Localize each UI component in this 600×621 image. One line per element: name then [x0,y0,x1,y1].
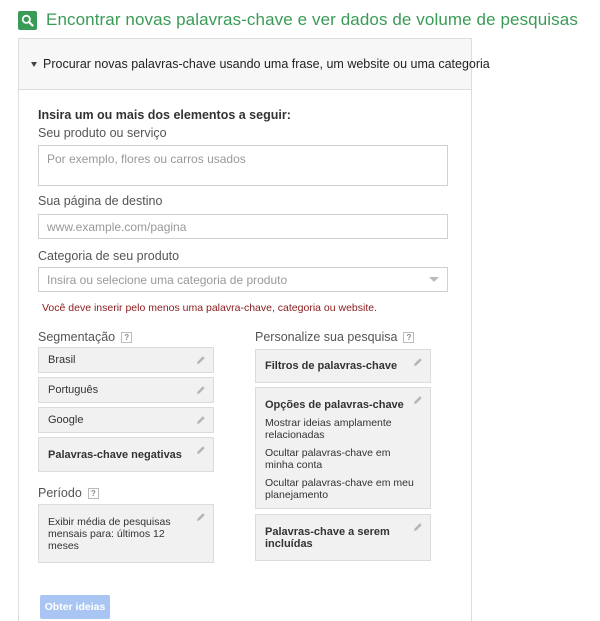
help-icon[interactable]: ? [87,488,99,499]
search-icon [18,10,37,30]
targeting-heading-text: Segmentação [38,330,116,344]
negative-keywords[interactable]: Palavras-chave negativas [38,437,214,472]
targeting-language[interactable]: Português [38,377,214,403]
page-title: Encontrar novas palavras-chave e ver dad… [46,10,578,29]
targeting-network-label: Google [48,414,84,426]
pencil-icon [197,416,205,424]
error-message: Você deve inserir pelo menos uma palavra… [42,302,378,314]
period-text: Exibir média de pesquisas mensais para: … [48,516,171,552]
period-selector[interactable]: Exibir média de pesquisas mensais para: … [38,504,214,563]
get-ideas-button[interactable]: Obter ideias [40,595,110,619]
targeting-heading: Segmentação? [38,330,133,344]
landing-label: Sua página de destino [38,194,163,208]
negative-keywords-label: Palavras-chave negativas [48,449,182,461]
section-toggle[interactable]: Procurar novas palavras-chave usando uma… [19,39,490,90]
help-icon[interactable]: ? [403,332,415,343]
keyword-option-item: Ocultar palavras-chave em minha conta [265,447,391,471]
page-header: Encontrar novas palavras-chave e ver dad… [18,8,578,32]
include-keywords-label: Palavras-chave a serem incluídas [265,526,390,550]
keyword-option-item: Ocultar palavras-chave em meu planejamen… [265,477,414,501]
keyword-option-item: Mostrar ideias amplamente relacionadas [265,417,392,441]
category-select[interactable]: Insira ou selecione uma categoria de pro… [38,267,448,292]
targeting-location[interactable]: Brasil [38,347,214,373]
keyword-options-title: Opções de palavras-chave [265,399,404,411]
include-keywords[interactable]: Palavras-chave a serem incluídas [255,514,431,561]
pencil-icon [414,523,422,531]
keyword-options[interactable]: Opções de palavras-chave Mostrar ideias … [255,387,431,509]
caret-down-icon [31,61,37,67]
pencil-icon [197,386,205,394]
period-heading: Período? [38,486,99,500]
form-intro: Insira um ou mais dos elementos a seguir… [38,108,291,122]
pencil-icon [414,396,422,404]
keyword-filters[interactable]: Filtros de palavras-chave [255,349,431,383]
category-label: Categoria de seu produto [38,249,180,263]
help-icon[interactable]: ? [121,332,133,343]
landing-page-input[interactable]: www.example.com/pagina [38,214,448,239]
category-select-text: Insira ou selecione uma categoria de pro… [47,272,288,287]
pencil-icon [197,356,205,364]
customize-heading: Personalize sua pesquisa? [255,330,415,344]
keyword-filters-label: Filtros de palavras-chave [265,360,398,372]
targeting-network[interactable]: Google [38,407,214,433]
targeting-language-label: Português [48,384,99,396]
section-toggle-label: Procurar novas palavras-chave usando uma… [43,57,490,71]
product-label: Seu produto ou serviço [38,126,167,140]
pencil-icon [197,513,205,521]
product-input[interactable]: Por exemplo, flores ou carros usados [38,145,448,186]
customize-heading-text: Personalize sua pesquisa [255,330,398,344]
period-heading-text: Período [38,486,82,500]
dropdown-arrow-icon [429,277,439,282]
targeting-location-label: Brasil [48,354,76,366]
pencil-icon [197,446,205,454]
pencil-icon [414,358,422,366]
